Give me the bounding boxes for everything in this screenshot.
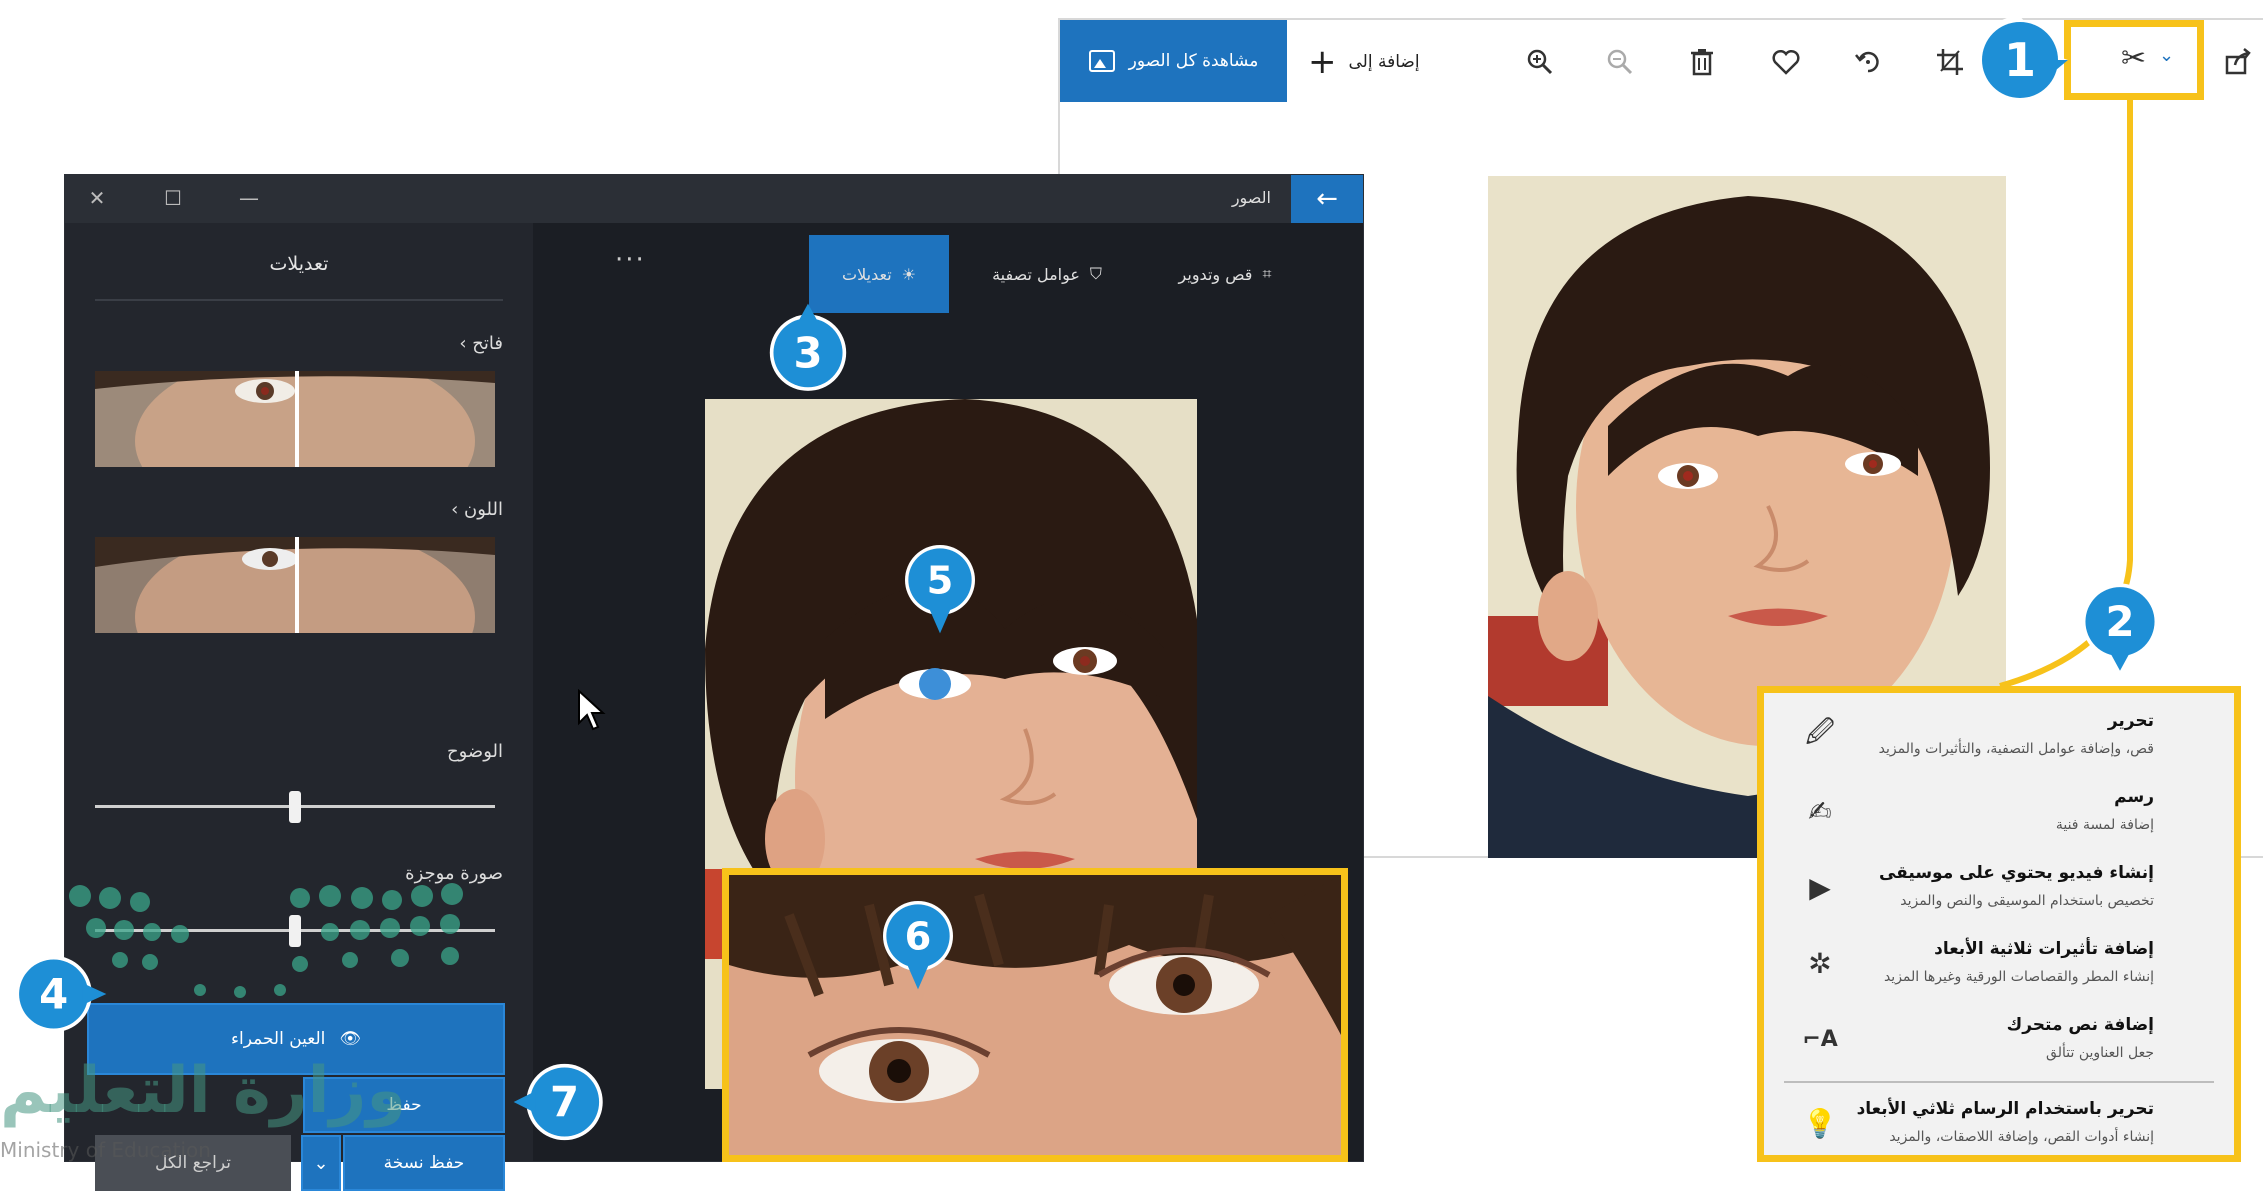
edit-icon: 🖉 — [1805, 715, 1835, 748]
light-label: فاتح — [472, 333, 503, 354]
panel-divider — [95, 299, 503, 301]
menu-item-desc: قص، وإضافة عوامل التصفية، والتأثيرات وال… — [1878, 741, 2154, 757]
edit-create-menu: 🖉 تحرير قص، وإضافة عوامل التصفية، والتأث… — [1757, 686, 2241, 1162]
chevron-right-icon: › — [451, 499, 459, 520]
menu-item-desc: إنشاء أدوات القص، وإضافة اللاصقات، والمز… — [1889, 1129, 2154, 1145]
menu-divider — [1784, 1081, 2214, 1083]
menu-item-title: رسم — [2114, 787, 2154, 807]
crop-icon[interactable] — [1932, 44, 1968, 80]
color-label: اللون — [464, 499, 503, 520]
chevron-down-icon: ⌄ — [313, 1152, 329, 1174]
share-icon[interactable] — [2220, 44, 2256, 80]
zoom-in-icon[interactable] — [1522, 44, 1558, 80]
back-button[interactable]: ← — [1291, 175, 1363, 223]
save-dropdown-button[interactable]: ⌄ — [301, 1135, 341, 1191]
chevron-down-icon: ⌄ — [2159, 45, 2175, 66]
view-all-label: مشاهدة كل الصور — [1128, 51, 1259, 71]
video-icon: ▶ — [1809, 870, 1831, 904]
minimize-icon[interactable]: — — [229, 183, 269, 213]
mouse-cursor-icon — [578, 689, 606, 731]
edit-tabs: ··· ☀ تعديلات ⛉ عوامل تصفية ⌗ قص وتدوير — [535, 223, 1363, 313]
plus-icon: + — [1308, 42, 1337, 82]
delete-icon[interactable] — [1684, 44, 1720, 80]
add-to-button[interactable]: إضافة إلى + — [1308, 42, 1420, 82]
menu-item-draw[interactable]: ✍ رسم إضافة لمسة فنية — [1764, 777, 2234, 853]
paint3d-icon: 💡 — [1802, 1106, 1838, 1140]
color-section-toggle[interactable]: اللون › — [451, 499, 503, 520]
color-preview[interactable] — [95, 537, 495, 633]
clarity-slider[interactable] — [95, 789, 495, 823]
tab-label: قص وتدوير — [1178, 264, 1253, 284]
tab-filters[interactable]: ⛉ عوامل تصفية — [967, 235, 1127, 313]
slider-thumb[interactable] — [289, 915, 301, 947]
menu-item-video[interactable]: ▶ إنشاء فيديو يحتوي على موسيقى تخصيص باس… — [1764, 853, 2234, 929]
preview-split-line[interactable] — [295, 371, 299, 467]
menu-item-desc: إنشاء المطر والقصاصات الورقية وغيرها الم… — [1883, 969, 2154, 985]
animated-text-icon: A⌐ — [1802, 1026, 1838, 1052]
slider-thumb[interactable] — [289, 791, 301, 823]
light-preview[interactable] — [95, 371, 495, 467]
photos-toolbar: مشاهدة كل الصور إضافة إلى + ✂ ⌄ — [1060, 20, 2263, 104]
adjustments-panel: تعديلات فاتح › اللون › الوضوح صورة موجزة — [65, 223, 533, 1191]
vignette-label: صورة موجزة — [405, 863, 503, 884]
menu-item-paint3d[interactable]: 💡 تحرير باستخدام الرسام ثلاثي الأبعاد إن… — [1764, 1089, 2234, 1165]
save-copy-label: حفظ نسخة — [383, 1153, 465, 1173]
tab-adjustments[interactable]: ☀ تعديلات — [809, 235, 949, 313]
tab-crop-rotate[interactable]: ⌗ قص وتدوير — [1145, 235, 1305, 313]
view-all-photos-button[interactable]: مشاهدة كل الصور — [1060, 20, 1287, 102]
chevron-right-icon: › — [459, 333, 467, 354]
save-copy-button[interactable]: حفظ نسخة — [343, 1135, 505, 1191]
eye-icon: 👁 — [339, 1029, 361, 1049]
panel-title: تعديلات — [269, 253, 329, 275]
light-section-toggle[interactable]: فاتح › — [459, 333, 503, 354]
tab-label: عوامل تصفية — [992, 264, 1080, 284]
menu-item-title: إضافة تأثيرات ثلاثية الأبعاد — [1934, 939, 2154, 959]
close-icon[interactable]: ✕ — [77, 183, 117, 213]
clarity-label: الوضوح — [447, 741, 503, 762]
crop-icon: ⌗ — [1262, 264, 1272, 283]
3d-effects-icon: ✲ — [1808, 946, 1832, 980]
edit-create-icon: ✂ — [2121, 41, 2147, 76]
preview-split-line[interactable] — [295, 537, 299, 633]
favorite-icon[interactable] — [1768, 44, 1804, 80]
more-options-icon[interactable]: ··· — [615, 245, 646, 275]
red-eye-label: العين الحمراء — [231, 1029, 326, 1049]
image-icon — [1088, 50, 1115, 72]
edit-create-button[interactable]: ✂ ⌄ — [2064, 20, 2204, 100]
rotate-icon[interactable] — [1850, 44, 1886, 80]
menu-item-animated-text[interactable]: A⌐ إضافة نص متحرك جعل العناوين تتألق — [1764, 1005, 2234, 1081]
menu-item-desc: جعل العناوين تتألق — [2046, 1045, 2154, 1061]
tab-label: تعديلات — [842, 264, 892, 284]
sun-icon: ☀ — [901, 264, 916, 284]
menu-item-edit[interactable]: 🖉 تحرير قص، وإضافة عوامل التصفية، والتأث… — [1764, 701, 2234, 777]
filter-icon: ⛉ — [1089, 264, 1102, 283]
menu-item-title: إضافة نص متحرك — [2006, 1015, 2154, 1035]
watermark-subtext: Ministry of Education — [0, 1138, 211, 1162]
menu-item-desc: إضافة لمسة فنية — [2055, 817, 2154, 833]
app-title: الصور — [1231, 188, 1271, 207]
menu-item-title: إنشاء فيديو يحتوي على موسيقى — [1878, 863, 2154, 883]
watermark-text: وزارة التعليم — [0, 1054, 407, 1128]
add-to-label: إضافة إلى — [1348, 52, 1420, 72]
vignette-slider[interactable] — [95, 913, 495, 947]
zoomed-eyes-preview — [722, 868, 1348, 1162]
maximize-icon[interactable]: ☐ — [153, 183, 193, 213]
menu-item-desc: تخصيص باستخدام الموسيقى والنص والمزيد — [1900, 893, 2154, 909]
draw-icon: ✍ — [1808, 794, 1832, 828]
menu-item-3d-effects[interactable]: ✲ إضافة تأثيرات ثلاثية الأبعاد إنشاء الم… — [1764, 929, 2234, 1005]
menu-item-title: تحرير باستخدام الرسام ثلاثي الأبعاد — [1856, 1099, 2154, 1119]
zoom-out-icon[interactable] — [1602, 44, 1638, 80]
back-arrow-icon: ← — [1316, 184, 1338, 214]
menu-item-title: تحرير — [2107, 711, 2154, 731]
editor-titlebar: ✕ ☐ — الصور ← — [65, 175, 1363, 223]
